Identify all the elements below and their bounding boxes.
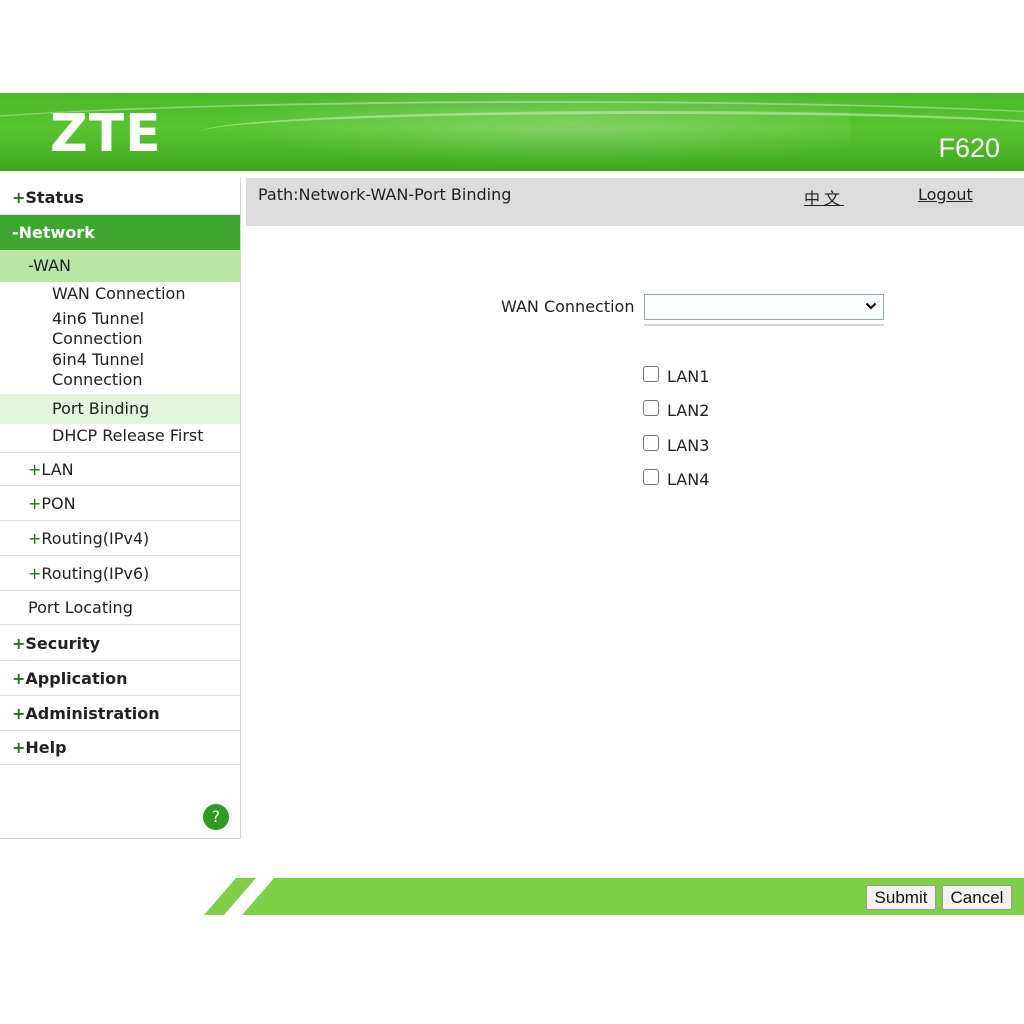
sidebar-item-label: WAN Connection: [52, 284, 186, 303]
lan3-checkbox[interactable]: [643, 435, 659, 451]
sidebar-item-status[interactable]: +Status: [0, 180, 240, 215]
sidebar-item-wan[interactable]: -WAN: [0, 250, 240, 282]
expand-plus-icon: +: [12, 188, 26, 207]
sidebar-item-label: PON: [41, 494, 76, 513]
expand-plus-icon: +: [28, 494, 42, 513]
sidebar-item-label: Port Locating: [28, 598, 133, 617]
expand-plus-icon: +: [28, 529, 42, 548]
sidebar-item-pon[interactable]: +PON: [0, 487, 240, 521]
sidebar-item-label: LAN: [41, 460, 74, 479]
sidebar-item-label: Network: [18, 223, 95, 242]
help-icon[interactable]: ?: [203, 804, 229, 830]
sidebar-item-6in4-tunnel[interactable]: 6in4 Tunnel Connection: [0, 350, 240, 390]
sidebar-item-label: DHCP Release First: [52, 426, 204, 445]
sidebar-item-label: 6in4 Tunnel: [52, 350, 145, 369]
language-switch-link[interactable]: 中文: [804, 185, 844, 209]
sidebar-item-label: Security: [25, 634, 101, 653]
sidebar-item-port-binding[interactable]: Port Binding: [0, 394, 240, 424]
sidebar-item-network[interactable]: -Network: [0, 215, 240, 250]
expand-plus-icon: +: [12, 704, 26, 723]
divider: [644, 324, 884, 326]
collapse-minus-icon: -: [12, 223, 19, 242]
wan-connection-select[interactable]: [644, 294, 884, 320]
lan2-label: LAN2: [667, 401, 710, 420]
lan4-label: LAN4: [667, 470, 710, 489]
sidebar-item-wan-connection[interactable]: WAN Connection: [0, 284, 240, 304]
expand-plus-icon: +: [12, 634, 26, 653]
sidebar-item-label: WAN: [33, 256, 71, 275]
sidebar-item-label: Connection: [52, 370, 143, 389]
sidebar-item-application[interactable]: +Application: [0, 661, 240, 696]
lan2-checkbox[interactable]: [643, 400, 659, 416]
lan3-label: LAN3: [667, 436, 710, 455]
cancel-button[interactable]: Cancel: [942, 885, 1012, 910]
sidebar-item-port-locating[interactable]: Port Locating: [0, 591, 240, 625]
path-bar: Path:Network-WAN-Port Binding 中文 Logout: [246, 178, 1024, 226]
sidebar-item-help[interactable]: +Help: [0, 730, 240, 765]
sidebar-item-administration[interactable]: +Administration: [0, 696, 240, 731]
sidebar-item-routing-ipv4[interactable]: +Routing(IPv4): [0, 522, 240, 556]
wan-connection-label: WAN Connection: [501, 297, 635, 316]
sidebar-item-label: Routing(IPv6): [41, 564, 150, 583]
sidebar-item-label: Help: [25, 738, 67, 757]
expand-plus-icon: +: [12, 669, 26, 688]
sidebar-item-label: Application: [25, 669, 128, 688]
sidebar-item-label: Port Binding: [52, 399, 150, 418]
sidebar-item-lan[interactable]: +LAN: [0, 452, 240, 486]
sidebar-item-label: Status: [25, 188, 84, 207]
sidebar-item-dhcp-release-first[interactable]: DHCP Release First: [0, 426, 240, 446]
sidebar-item-4in6-tunnel[interactable]: 4in6 Tunnel Connection: [0, 309, 240, 349]
sidebar-item-security[interactable]: +Security: [0, 626, 240, 661]
expand-plus-icon: +: [28, 564, 42, 583]
model-name: F620: [938, 133, 1000, 163]
chevron-down-icon: [865, 302, 877, 310]
submit-button[interactable]: Submit: [866, 885, 936, 910]
breadcrumb: Path:Network-WAN-Port Binding: [258, 185, 512, 204]
sidebar-item-routing-ipv6[interactable]: +Routing(IPv6): [0, 557, 240, 591]
lan1-checkbox[interactable]: [643, 366, 659, 382]
sidebar-item-label: 4in6 Tunnel: [52, 309, 145, 328]
zte-logo: ZTE: [50, 104, 162, 164]
sidebar-item-label: Connection: [52, 329, 143, 348]
lan1-label: LAN1: [667, 367, 710, 386]
sidebar-nav: +Status -Network -WAN WAN Connection 4in…: [0, 178, 241, 839]
sidebar-item-label: Routing(IPv4): [41, 529, 150, 548]
sidebar-item-label: Administration: [25, 704, 160, 723]
logout-link[interactable]: Logout: [918, 185, 973, 204]
expand-plus-icon: +: [12, 738, 26, 757]
expand-plus-icon: +: [28, 460, 42, 479]
lan4-checkbox[interactable]: [643, 469, 659, 485]
